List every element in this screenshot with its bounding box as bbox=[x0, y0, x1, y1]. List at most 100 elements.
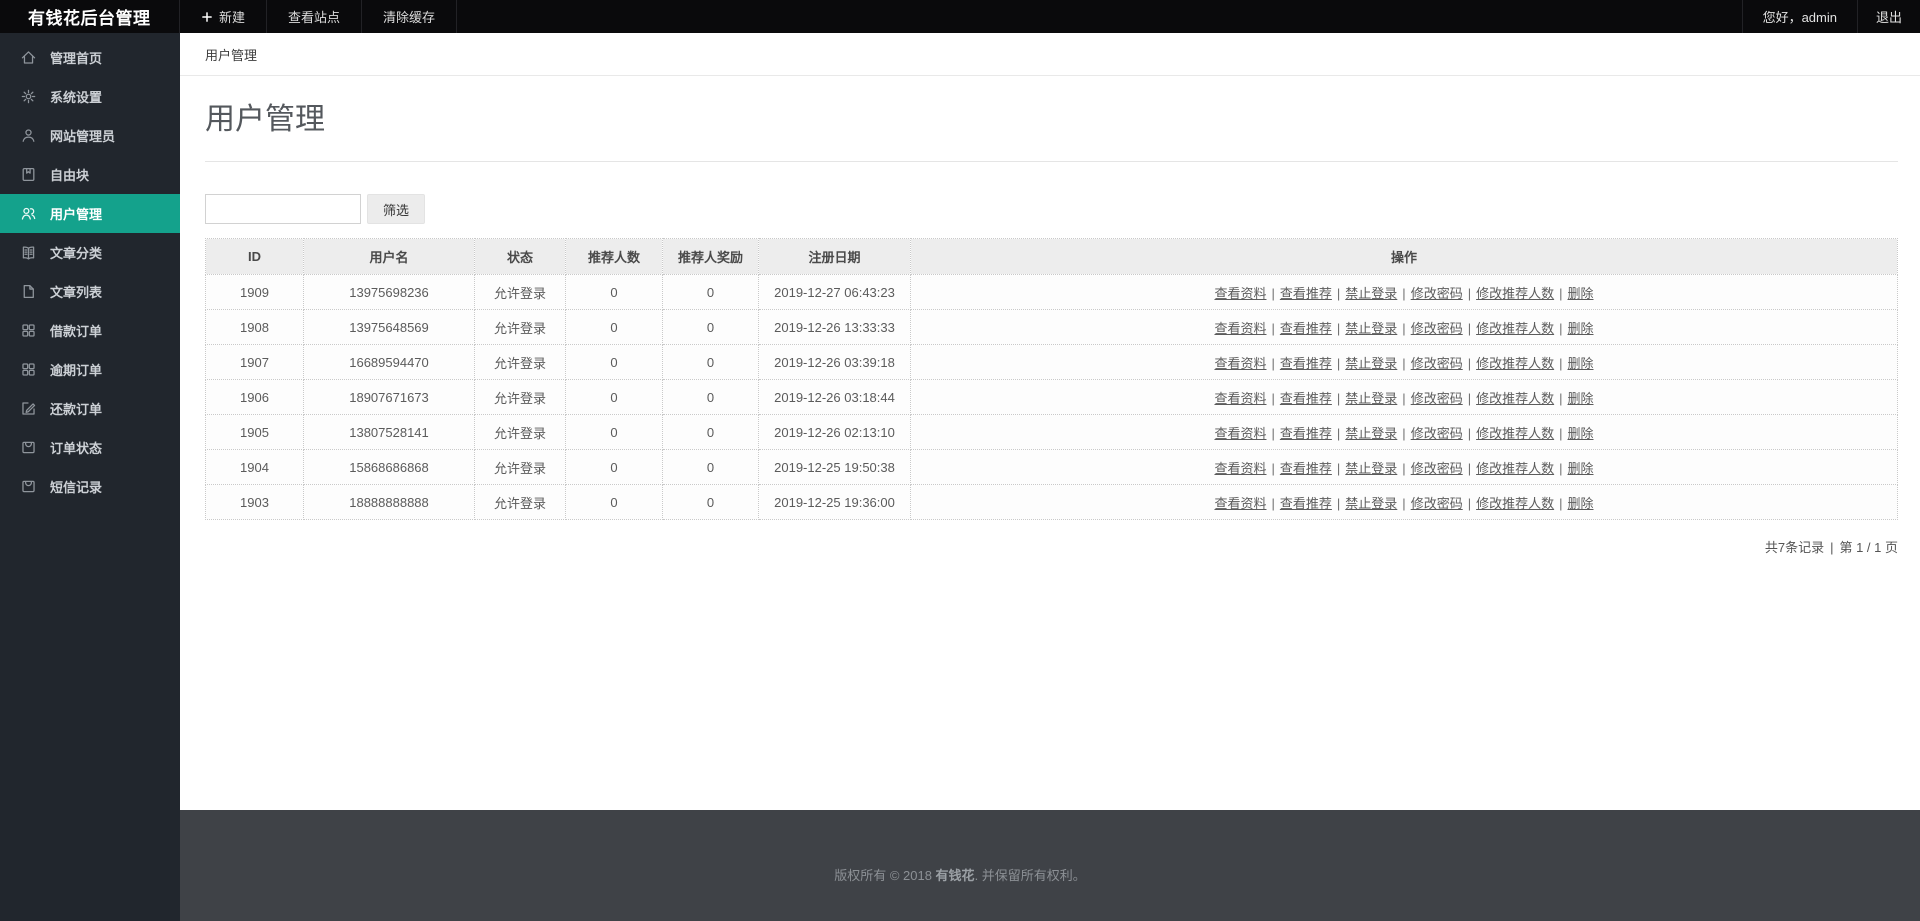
filter-input[interactable] bbox=[205, 194, 361, 224]
register-date-cell: 2019-12-25 19:50:38 bbox=[758, 449, 911, 485]
view-profile-link[interactable]: 查看资料 bbox=[1214, 391, 1266, 406]
login-status-cell: 允许登录 bbox=[474, 414, 566, 450]
column-header-2: 状态 bbox=[474, 238, 566, 275]
sidebar-item-system-settings[interactable]: 系统设置 bbox=[0, 77, 180, 116]
app-brand[interactable]: 有钱花后台管理 bbox=[0, 0, 180, 33]
sidebar-item-label: 文章分类 bbox=[50, 246, 103, 261]
view-referrals-link[interactable]: 查看推荐 bbox=[1280, 356, 1332, 371]
edit-referral-count-link[interactable]: 修改推荐人数 bbox=[1476, 391, 1554, 406]
referral-count-cell: 0 bbox=[565, 344, 663, 380]
change-password-link[interactable]: 修改密码 bbox=[1411, 461, 1463, 476]
delete-link[interactable]: 删除 bbox=[1568, 321, 1594, 336]
topbar-nav-new[interactable]: 新建 bbox=[180, 0, 268, 33]
open-book-icon bbox=[20, 244, 37, 261]
forbid-login-link[interactable]: 禁止登录 bbox=[1345, 356, 1397, 371]
admin-user-icon bbox=[20, 127, 37, 144]
forbid-login-link[interactable]: 禁止登录 bbox=[1345, 286, 1397, 301]
sidebar-item-free-blocks[interactable]: 自由块 bbox=[0, 155, 180, 194]
view-referrals-link[interactable]: 查看推荐 bbox=[1280, 426, 1332, 441]
grid-icon bbox=[20, 322, 37, 339]
view-profile-link[interactable]: 查看资料 bbox=[1214, 461, 1266, 476]
action-separator: | bbox=[1271, 285, 1275, 301]
footer-area: 版权所有 © 2018 有钱花. 并保留所有权利。 bbox=[180, 810, 1920, 921]
content-panel: 用户管理 筛选 ID 用户名 状态 推荐人数 推荐人奖励 注册日期 操作 1909 13975… bbox=[180, 76, 1920, 810]
action-separator: | bbox=[1559, 355, 1563, 371]
sidebar-item-overdue-orders[interactable]: 逾期订单 bbox=[0, 350, 180, 389]
sidebar-item-user-management[interactable]: 用户管理 bbox=[0, 194, 180, 233]
delete-link[interactable]: 删除 bbox=[1568, 286, 1594, 301]
view-profile-link[interactable]: 查看资料 bbox=[1214, 496, 1266, 511]
action-separator: | bbox=[1402, 460, 1406, 476]
topbar-nav-clear-cache[interactable]: 清除缓存 bbox=[362, 0, 458, 33]
edit-referral-count-link[interactable]: 修改推荐人数 bbox=[1476, 356, 1554, 371]
sidebar-item-sms-records[interactable]: 短信记录 bbox=[0, 467, 180, 506]
copyright-suffix: . 并保留所有权利。 bbox=[974, 868, 1086, 883]
topbar-right: 您好，admin 退出 bbox=[1741, 0, 1920, 33]
referral-count-cell: 0 bbox=[565, 379, 663, 415]
view-profile-link[interactable]: 查看资料 bbox=[1214, 286, 1266, 301]
change-password-link[interactable]: 修改密码 bbox=[1411, 426, 1463, 441]
filter-button[interactable]: 筛选 bbox=[367, 194, 426, 224]
action-separator: | bbox=[1336, 355, 1341, 371]
view-referrals-link[interactable]: 查看推荐 bbox=[1280, 391, 1332, 406]
action-separator: | bbox=[1402, 390, 1406, 406]
username-cell: 13975648569 bbox=[303, 309, 475, 345]
view-referrals-link[interactable]: 查看推荐 bbox=[1280, 321, 1332, 336]
view-referrals-link[interactable]: 查看推荐 bbox=[1280, 496, 1332, 511]
forbid-login-link[interactable]: 禁止登录 bbox=[1345, 391, 1397, 406]
edit-referral-count-link[interactable]: 修改推荐人数 bbox=[1476, 286, 1554, 301]
breadcrumb-item: 用户管理 bbox=[205, 47, 258, 63]
forbid-login-link[interactable]: 禁止登录 bbox=[1345, 496, 1397, 511]
sidebar-item-repayment-orders[interactable]: 还款订单 bbox=[0, 389, 180, 428]
delete-link[interactable]: 删除 bbox=[1568, 426, 1594, 441]
actions-cell: 查看资料 | 查看推荐 | 禁止登录 | 修改密码 | 修改推荐人数 | 删除 bbox=[910, 344, 1898, 380]
plus-icon bbox=[201, 11, 213, 23]
delete-link[interactable]: 删除 bbox=[1568, 496, 1594, 511]
referral-count-cell: 0 bbox=[565, 274, 663, 310]
sidebar-item-label: 用户管理 bbox=[50, 207, 103, 222]
action-separator: | bbox=[1467, 495, 1472, 511]
forbid-login-link[interactable]: 禁止登录 bbox=[1345, 321, 1397, 336]
delete-link[interactable]: 删除 bbox=[1568, 461, 1594, 476]
sidebar-item-loan-orders[interactable]: 借款订单 bbox=[0, 311, 180, 350]
action-separator: | bbox=[1336, 320, 1341, 336]
record-count: 共7条记录 bbox=[1764, 540, 1825, 555]
sidebar-item-home[interactable]: 管理首页 bbox=[0, 38, 180, 77]
delete-link[interactable]: 删除 bbox=[1568, 356, 1594, 371]
sidebar-item-article-list[interactable]: 文章列表 bbox=[0, 272, 180, 311]
view-profile-link[interactable]: 查看资料 bbox=[1214, 321, 1266, 336]
change-password-link[interactable]: 修改密码 bbox=[1411, 496, 1463, 511]
sidebar-item-site-admins[interactable]: 网站管理员 bbox=[0, 116, 180, 155]
edit-referral-count-link[interactable]: 修改推荐人数 bbox=[1476, 426, 1554, 441]
forbid-login-link[interactable]: 禁止登录 bbox=[1345, 461, 1397, 476]
sidebar-item-article-categories[interactable]: 文章分类 bbox=[0, 233, 180, 272]
sidebar-nav: 管理首页 系统设置 网站管理员 自由块用户管理文章分类文章列表借款订单 逾期订单 还款订单… bbox=[0, 33, 180, 921]
change-password-link[interactable]: 修改密码 bbox=[1411, 356, 1463, 371]
edit-referral-count-link[interactable]: 修改推荐人数 bbox=[1476, 321, 1554, 336]
view-profile-link[interactable]: 查看资料 bbox=[1214, 356, 1266, 371]
view-profile-link[interactable]: 查看资料 bbox=[1214, 426, 1266, 441]
change-password-link[interactable]: 修改密码 bbox=[1411, 391, 1463, 406]
referral-count-cell: 0 bbox=[565, 309, 663, 345]
change-password-link[interactable]: 修改密码 bbox=[1411, 321, 1463, 336]
action-separator: | bbox=[1467, 390, 1472, 406]
column-header-3: 推荐人数 bbox=[565, 238, 663, 275]
forbid-login-link[interactable]: 禁止登录 bbox=[1345, 426, 1397, 441]
sidebar-item-label: 文章列表 bbox=[50, 285, 103, 300]
action-separator: | bbox=[1271, 495, 1275, 511]
register-date-cell: 2019-12-26 03:39:18 bbox=[758, 344, 911, 380]
view-referrals-link[interactable]: 查看推荐 bbox=[1280, 286, 1332, 301]
change-password-link[interactable]: 修改密码 bbox=[1411, 286, 1463, 301]
actions-cell: 查看资料 | 查看推荐 | 禁止登录 | 修改密码 | 修改推荐人数 | 删除 bbox=[910, 309, 1898, 345]
username-cell: 13807528141 bbox=[303, 414, 475, 450]
edit-referral-count-link[interactable]: 修改推荐人数 bbox=[1476, 496, 1554, 511]
topbar-nav-view-site[interactable]: 查看站点 bbox=[267, 0, 363, 33]
login-status-cell: 允许登录 bbox=[474, 309, 566, 345]
view-referrals-link[interactable]: 查看推荐 bbox=[1280, 461, 1332, 476]
tray-box-icon bbox=[20, 478, 37, 495]
logout-button[interactable]: 退出 bbox=[1858, 0, 1920, 33]
sidebar-item-order-status[interactable]: 订单状态 bbox=[0, 428, 180, 467]
action-separator: | bbox=[1271, 390, 1275, 406]
delete-link[interactable]: 删除 bbox=[1568, 391, 1594, 406]
edit-referral-count-link[interactable]: 修改推荐人数 bbox=[1476, 461, 1554, 476]
